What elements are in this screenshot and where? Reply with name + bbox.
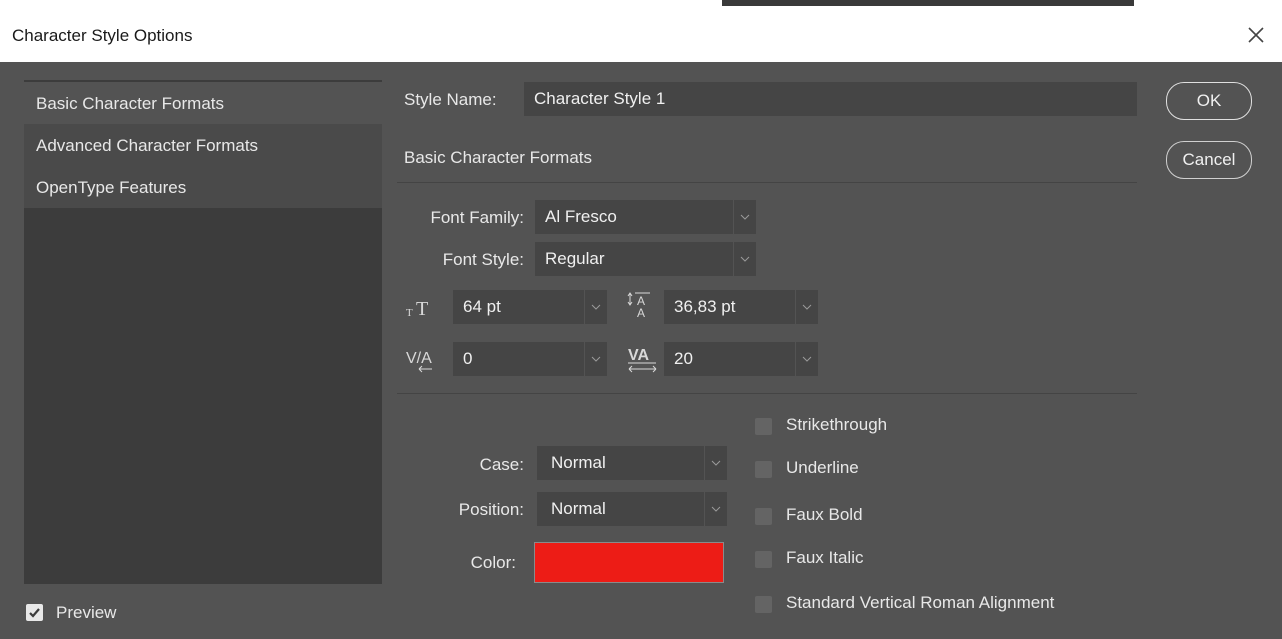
checkbox-icon[interactable] bbox=[755, 596, 772, 613]
section-divider bbox=[397, 393, 1137, 394]
checkbox-checked-icon[interactable] bbox=[26, 604, 43, 621]
font-family-select[interactable]: Al Fresco bbox=[535, 200, 756, 234]
cancel-button[interactable]: Cancel bbox=[1166, 141, 1252, 179]
tracking-icon: VA bbox=[626, 342, 660, 374]
dialog-title: Character Style Options bbox=[12, 26, 193, 45]
background-strip bbox=[0, 0, 1282, 10]
font-size-select[interactable]: 64 pt bbox=[453, 290, 607, 324]
position-value: Normal bbox=[551, 499, 606, 518]
standard-vertical-roman-alignment-label: Standard Vertical Roman Alignment bbox=[786, 593, 1055, 612]
checkbox-icon[interactable] bbox=[755, 551, 772, 568]
color-swatch[interactable] bbox=[534, 542, 724, 583]
strikethrough-label: Strikethrough bbox=[786, 415, 888, 434]
position-select[interactable]: Normal bbox=[537, 492, 727, 526]
chevron-down-icon[interactable] bbox=[733, 242, 756, 276]
svg-text:VA: VA bbox=[628, 347, 649, 364]
svg-text:V/A: V/A bbox=[406, 350, 432, 367]
case-label: Case: bbox=[479, 455, 524, 474]
style-name-label: Style Name: bbox=[404, 90, 497, 109]
color-label: Color: bbox=[470, 553, 516, 572]
kerning-select[interactable]: 0 bbox=[453, 342, 607, 376]
background-window-edge bbox=[722, 0, 1134, 6]
chevron-down-icon[interactable] bbox=[584, 290, 607, 324]
faux-italic-label: Faux Italic bbox=[786, 548, 864, 567]
font-family-value: Al Fresco bbox=[545, 207, 617, 226]
section-divider bbox=[397, 182, 1137, 183]
chevron-down-icon[interactable] bbox=[795, 290, 818, 324]
style-name-value: Character Style 1 bbox=[534, 89, 666, 108]
font-family-label: Font Family: bbox=[430, 208, 524, 227]
nav-item-basic-character-formats[interactable]: Basic Character Formats bbox=[24, 82, 382, 124]
nav-item-advanced-character-formats[interactable]: Advanced Character Formats bbox=[24, 124, 382, 166]
tracking-value: 20 bbox=[674, 349, 693, 368]
svg-text:T: T bbox=[416, 298, 428, 320]
chevron-down-icon[interactable] bbox=[704, 492, 727, 526]
preview-label: Preview bbox=[56, 603, 117, 622]
svg-text:T: T bbox=[406, 307, 413, 319]
kerning-value: 0 bbox=[463, 349, 473, 368]
leading-icon: AA bbox=[626, 290, 656, 320]
nav-item-label: OpenType Features bbox=[36, 178, 187, 197]
font-size-icon: TT bbox=[406, 294, 438, 320]
leading-value: 36,83 pt bbox=[674, 297, 736, 316]
chevron-down-icon[interactable] bbox=[733, 200, 756, 234]
close-icon[interactable] bbox=[1244, 23, 1268, 47]
checkbox-icon[interactable] bbox=[755, 418, 772, 435]
font-style-value: Regular bbox=[545, 249, 605, 268]
faux-bold-label: Faux Bold bbox=[786, 505, 863, 524]
checkbox-icon[interactable] bbox=[755, 508, 772, 525]
tracking-select[interactable]: 20 bbox=[664, 342, 818, 376]
nav-item-opentype-features[interactable]: OpenType Features bbox=[24, 166, 382, 208]
position-label: Position: bbox=[458, 500, 524, 519]
checkbox-icon[interactable] bbox=[755, 461, 772, 478]
font-style-select[interactable]: Regular bbox=[535, 242, 756, 276]
leading-select[interactable]: 36,83 pt bbox=[664, 290, 818, 324]
chevron-down-icon[interactable] bbox=[704, 446, 727, 480]
nav-item-label: Advanced Character Formats bbox=[36, 136, 259, 155]
ok-button[interactable]: OK bbox=[1166, 82, 1252, 120]
case-value: Normal bbox=[551, 453, 606, 472]
chevron-down-icon[interactable] bbox=[795, 342, 818, 376]
nav-item-label: Basic Character Formats bbox=[36, 94, 224, 113]
kerning-icon: V/A bbox=[406, 344, 438, 374]
svg-text:A: A bbox=[637, 306, 645, 320]
font-style-label: Font Style: bbox=[442, 250, 524, 269]
chevron-down-icon[interactable] bbox=[584, 342, 607, 376]
title-bar: Character Style Options bbox=[0, 10, 1282, 62]
category-list: Basic Character Formats Advanced Charact… bbox=[24, 80, 382, 584]
section-heading: Basic Character Formats bbox=[404, 148, 592, 167]
underline-label: Underline bbox=[786, 458, 859, 477]
font-size-value: 64 pt bbox=[463, 297, 501, 316]
style-name-input[interactable]: Character Style 1 bbox=[524, 82, 1137, 116]
case-select[interactable]: Normal bbox=[537, 446, 727, 480]
